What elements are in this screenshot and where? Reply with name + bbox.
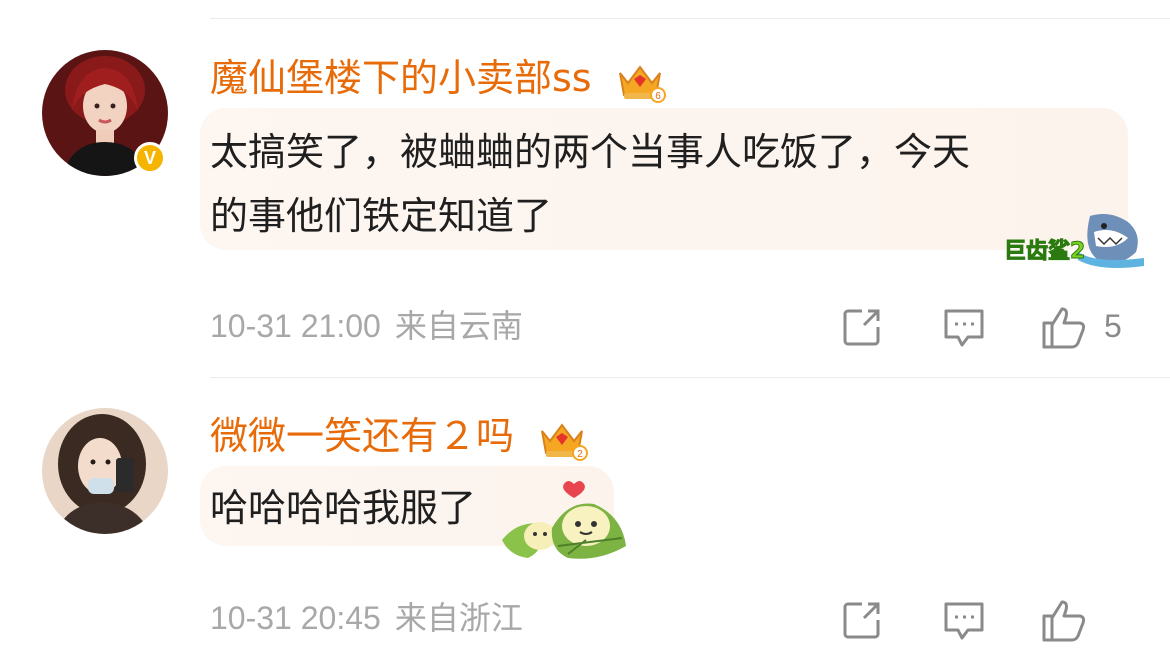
crown-level: 6 (655, 91, 661, 102)
crown-level: 2 (577, 449, 583, 460)
like-count: 5 (1104, 308, 1122, 344)
username-text[interactable]: 微微一笑还有２吗 (210, 414, 514, 458)
divider (210, 377, 1170, 378)
comment-meta: 10-31 20:45 来自浙江 (210, 598, 523, 638)
comment-text-line1: 哈哈哈哈我服了 (210, 486, 477, 530)
divider-top (210, 18, 1170, 19)
zongzi-sticker (498, 480, 634, 564)
avatar[interactable] (42, 408, 168, 534)
username-text[interactable]: 魔仙堡楼下的小卖部ss (210, 56, 592, 100)
comment-username[interactable]: 微微一笑还有２吗 2 (210, 412, 589, 461)
share-icon[interactable] (840, 305, 884, 349)
location: 来自浙江 (394, 599, 523, 637)
comment-icon[interactable] (942, 598, 986, 642)
shark-sticker: 巨齿鲨2 (1000, 208, 1146, 274)
sticker-caption: 巨齿鲨2 (1004, 238, 1085, 264)
like-icon[interactable] (1040, 303, 1088, 351)
comment-text-line2: 的事他们铁定知道了 (210, 194, 553, 238)
comment-meta: 10-31 21:00 来自云南 (210, 306, 523, 346)
comment-icon[interactable] (942, 305, 986, 349)
crown-icon: 6 (618, 64, 666, 103)
share-icon[interactable] (840, 598, 884, 642)
location: 来自云南 (394, 307, 523, 345)
timestamp: 10-31 20:45 (210, 600, 381, 636)
comment-text-line1: 太搞笑了，被蛐蛐的两个当事人吃饭了，今天 (210, 130, 971, 174)
crown-icon: 2 (541, 422, 589, 461)
verified-icon: V (134, 142, 166, 174)
comment-username[interactable]: 魔仙堡楼下的小卖部ss 6 (210, 54, 666, 103)
timestamp: 10-31 21:00 (210, 308, 381, 344)
like-icon[interactable] (1040, 596, 1088, 644)
